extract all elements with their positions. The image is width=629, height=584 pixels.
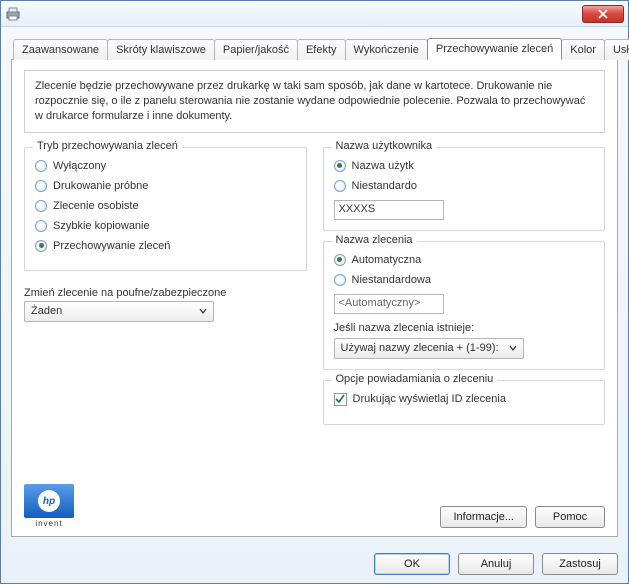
radio-username-custom[interactable]: Niestandardo <box>334 180 595 192</box>
radio-icon <box>334 160 346 172</box>
titlebar <box>1 1 628 27</box>
group-user-name: Nazwa użytkownika Nazwa użytk Niestandar… <box>323 147 606 231</box>
tab-job-storage[interactable]: Przechowywanie zleceń <box>427 38 562 60</box>
hp-invent-text: invent <box>35 519 62 528</box>
hp-logo: hp invent <box>24 484 74 528</box>
group-job-name: Nazwa zlecenia Automatyczna Niestandardo… <box>323 241 606 370</box>
group-storage-mode: Tryb przechowywania zleceń Wyłączony Dru… <box>24 147 307 271</box>
cancel-button[interactable]: Anuluj <box>458 553 534 575</box>
print-properties-window: Zaawansowane Skróty klawiszowe Papier/ja… <box>0 0 629 584</box>
radio-quick-copy[interactable]: Szybkie kopiowanie <box>35 220 296 232</box>
tab-strip: Zaawansowane Skróty klawiszowe Papier/ja… <box>11 37 618 59</box>
group-notify-title: Opcje powiadamiania o zleceniu <box>332 373 498 385</box>
check-show-job-id[interactable]: Drukując wyświetlaj ID zlecenia <box>334 393 595 406</box>
radio-jobname-custom[interactable]: Niestandardowa <box>334 274 595 286</box>
confidential-combo[interactable]: Żaden <box>24 301 214 322</box>
radio-icon <box>35 180 47 192</box>
group-user-name-title: Nazwa użytkownika <box>332 140 437 152</box>
radio-personal[interactable]: Zlecenie osobiste <box>35 200 296 212</box>
radio-proof-label: Drukowanie próbne <box>53 180 148 192</box>
info-text: Zlecenie będzie przechowywane przez druk… <box>24 70 605 133</box>
confidential-combo-value: Żaden <box>31 305 62 317</box>
radio-quick-label: Szybkie kopiowanie <box>53 220 150 232</box>
radio-stored-job[interactable]: Przechowywanie zleceń <box>35 240 296 252</box>
jobname-exists-value: Używaj nazwy zlecenia + (1-99): <box>341 342 499 354</box>
radio-icon <box>334 254 346 266</box>
apply-button[interactable]: Zastosuj <box>542 553 618 575</box>
radio-username-label: Nazwa użytk <box>352 160 414 172</box>
radio-jobname-auto[interactable]: Automatyczna <box>334 254 595 266</box>
tab-shortcuts[interactable]: Skróty klawiszowe <box>107 39 215 60</box>
close-button[interactable] <box>582 5 624 23</box>
radio-icon <box>334 274 346 286</box>
radio-icon <box>35 240 47 252</box>
radio-off-label: Wyłączony <box>53 160 106 172</box>
radio-username-custom-label: Niestandardo <box>352 180 417 192</box>
chevron-down-icon <box>195 307 211 315</box>
radio-stored-label: Przechowywanie zleceń <box>53 240 170 252</box>
radio-icon <box>334 180 346 192</box>
check-show-job-id-label: Drukując wyświetlaj ID zlecenia <box>353 393 506 405</box>
username-input[interactable]: XXXXS <box>334 200 444 220</box>
tab-advanced[interactable]: Zaawansowane <box>13 39 108 60</box>
about-button[interactable]: Informacje... <box>440 506 527 528</box>
jobname-exists-label: Jeśli nazwa zlecenia istnieje: <box>334 322 595 334</box>
dialog-footer: OK Anuluj Zastosuj <box>1 545 628 583</box>
checkbox-icon <box>334 393 347 406</box>
group-storage-mode-title: Tryb przechowywania zleceń <box>33 140 182 152</box>
chevron-down-icon <box>505 344 521 352</box>
radio-icon <box>35 160 47 172</box>
jobname-exists-combo[interactable]: Używaj nazwy zlecenia + (1-99): <box>334 338 524 359</box>
radio-proof[interactable]: Drukowanie próbne <box>35 180 296 192</box>
jobname-input[interactable]: <Automatyczny> <box>334 294 444 314</box>
tab-services[interactable]: Usługi <box>604 39 629 60</box>
radio-personal-label: Zlecenie osobiste <box>53 200 139 212</box>
ok-button[interactable]: OK <box>374 553 450 575</box>
help-button[interactable]: Pomoc <box>535 506 605 528</box>
tab-color[interactable]: Kolor <box>561 39 605 60</box>
tab-panel-job-storage: Zlecenie będzie przechowywane przez druk… <box>11 59 618 537</box>
radio-username[interactable]: Nazwa użytk <box>334 160 595 172</box>
tab-paper-quality[interactable]: Papier/jakość <box>214 39 298 60</box>
radio-icon <box>35 220 47 232</box>
group-notify: Opcje powiadamiania o zleceniu Drukując … <box>323 380 606 425</box>
radio-off[interactable]: Wyłączony <box>35 160 296 172</box>
tab-effects[interactable]: Efekty <box>297 39 346 60</box>
radio-jobname-custom-label: Niestandardowa <box>352 274 432 286</box>
tab-finishing[interactable]: Wykończenie <box>345 39 428 60</box>
printer-icon <box>5 6 21 22</box>
radio-jobname-auto-label: Automatyczna <box>352 254 422 266</box>
radio-icon <box>35 200 47 212</box>
confidential-label: Zmień zlecenie na poufne/zabezpieczone <box>24 287 307 299</box>
group-job-name-title: Nazwa zlecenia <box>332 234 417 246</box>
